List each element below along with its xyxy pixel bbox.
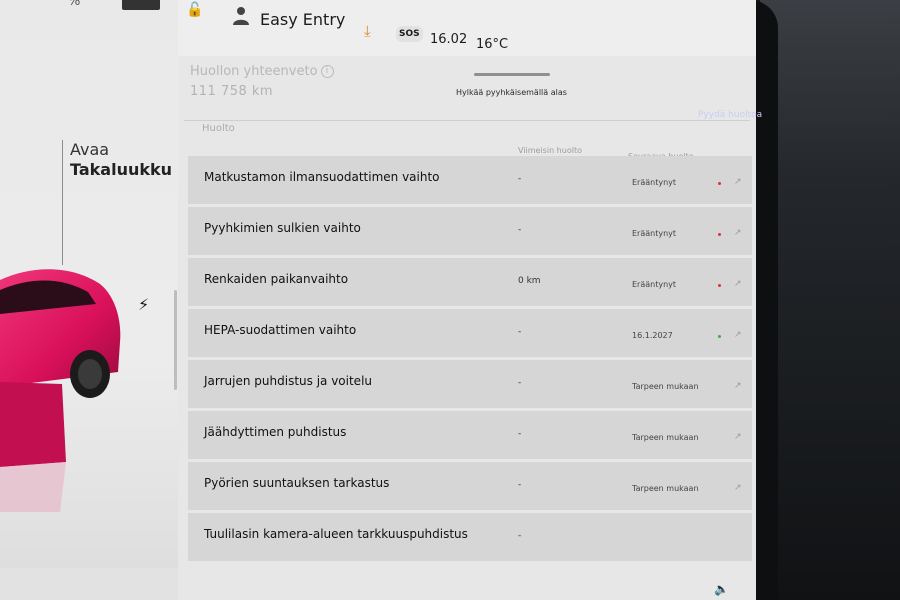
- table-row[interactable]: Pyörien suuntauksen tarkastus - Tarpeen mu…: [188, 462, 752, 510]
- main-screen: 🔓 Easy Entry ⤓ SOS 16.02 16°C Huollon yh…: [178, 0, 762, 600]
- lightning-bolt-icon[interactable]: ⚡: [138, 295, 149, 314]
- service-item-name: Jäähdyttimen puhdistus: [204, 425, 347, 439]
- trunk-callout-line: [62, 140, 63, 265]
- unlocked-padlock-icon[interactable]: 🔓: [186, 2, 203, 18]
- table-row[interactable]: Pyyhkimien sulkien vaihto - Erääntynyt ↗: [188, 207, 752, 255]
- car-image: [0, 269, 121, 512]
- battery-percent: %: [68, 0, 81, 9]
- last-service-value: -: [518, 327, 522, 337]
- next-service-value: Tarpeen mukaan: [632, 382, 699, 391]
- driver-profile-name[interactable]: Easy Entry: [260, 10, 345, 29]
- open-item-arrow-icon[interactable]: ↗: [734, 279, 742, 289]
- summary-title: Huollon yhteenveto i: [190, 64, 334, 79]
- background-photo: [760, 0, 900, 600]
- open-item-arrow-icon[interactable]: ↗: [734, 381, 742, 391]
- status-dot: [718, 284, 721, 287]
- battery-bar: [122, 0, 160, 10]
- status-bar: 🔓 Easy Entry ⤓ SOS 16.02 16°C: [178, 0, 756, 56]
- next-service-value: 16.1.2027: [632, 331, 673, 340]
- download-icon[interactable]: ⤓: [364, 22, 371, 40]
- status-dot: [718, 233, 721, 236]
- open-item-arrow-icon[interactable]: ↗: [734, 432, 742, 442]
- last-service-value: 0 km: [518, 276, 541, 286]
- service-item-name: Pyyhkimien sulkien vaihto: [204, 221, 361, 235]
- table-title: Huolto: [202, 123, 235, 134]
- trunk-label-line2: Takaluukku: [70, 160, 173, 179]
- service-item-name: Pyörien suuntauksen tarkastus: [204, 476, 390, 490]
- service-item-name: Jarrujen puhdistus ja voitelu: [204, 374, 373, 388]
- sheet-drag-handle[interactable]: [474, 73, 550, 76]
- outside-temperature: 16°C: [476, 37, 509, 52]
- table-row[interactable]: HEPA-suodattimen vaihto - 16.1.2027 ↗: [188, 309, 752, 357]
- info-icon[interactable]: i: [320, 65, 334, 78]
- car-view-panel: % Avaa Takaluukku ⚡: [0, 0, 178, 600]
- table-row[interactable]: Renkaiden paikanvaihto 0 km Erääntynyt ↗: [188, 258, 752, 306]
- open-trunk-button[interactable]: Avaa Takaluukku: [70, 140, 172, 180]
- service-item-name: Matkustamon ilmansuodattimen vaihto: [204, 170, 440, 184]
- service-item-name: HEPA-suodattimen vaihto: [204, 323, 357, 337]
- open-item-arrow-icon[interactable]: ↗: [734, 228, 742, 238]
- trunk-label-line1: Avaa: [70, 140, 110, 159]
- table-row[interactable]: Tuulilasin kamera-alueen tarkkuuspuhdist…: [188, 513, 752, 561]
- table-row[interactable]: Jäähdyttimen puhdistus - Tarpeen mukaan ↗: [188, 411, 752, 459]
- service-item-name: Renkaiden paikanvaihto: [204, 272, 349, 286]
- service-summary-sheet: Huollon yhteenveto i 111 758 km Hylkää py…: [178, 56, 762, 600]
- panel-scroll-indicator: [174, 290, 177, 390]
- open-item-arrow-icon[interactable]: ↗: [734, 177, 742, 187]
- odometer-reading: 111 758 km: [190, 84, 274, 99]
- last-service-value: -: [518, 225, 522, 235]
- sos-button[interactable]: SOS: [396, 26, 423, 42]
- next-service-value: Erääntynyt: [632, 229, 677, 238]
- last-service-value: -: [518, 480, 522, 490]
- table-row[interactable]: Matkustamon ilmansuodattimen vaihto - Erää…: [188, 156, 752, 204]
- swipe-hint: Hylkää pyyhkäisemällä alas: [456, 88, 567, 97]
- status-dot: [718, 182, 721, 185]
- speaker-icon[interactable]: 🔈: [714, 582, 729, 596]
- last-service-value: -: [518, 531, 522, 541]
- table-row[interactable]: Jarrujen puhdistus ja voitelu - Tarpeen mu…: [188, 360, 752, 408]
- divider: [184, 120, 750, 121]
- last-service-value: -: [518, 429, 522, 439]
- next-service-value: Tarpeen mukaan: [632, 484, 699, 493]
- person-icon[interactable]: [232, 6, 250, 26]
- request-service-link[interactable]: Pyydä huoltoa: [698, 110, 762, 120]
- clock-time: 16.02: [430, 32, 468, 47]
- next-service-value: Erääntynyt: [632, 280, 677, 289]
- open-item-arrow-icon[interactable]: ↗: [734, 483, 742, 493]
- next-service-value: Tarpeen mukaan: [632, 433, 699, 442]
- panel-footer: [0, 568, 178, 600]
- last-service-value: -: [518, 174, 522, 184]
- column-header-last-service: Viimeisin huolto: [518, 146, 582, 155]
- next-service-value: Erääntynyt: [632, 178, 677, 187]
- service-item-name: Tuulilasin kamera-alueen tarkkuuspuhdist…: [204, 527, 468, 541]
- summary-title-text: Huollon yhteenveto: [190, 64, 318, 79]
- open-item-arrow-icon[interactable]: ↗: [734, 330, 742, 340]
- status-dot: [718, 335, 721, 338]
- last-service-value: -: [518, 378, 522, 388]
